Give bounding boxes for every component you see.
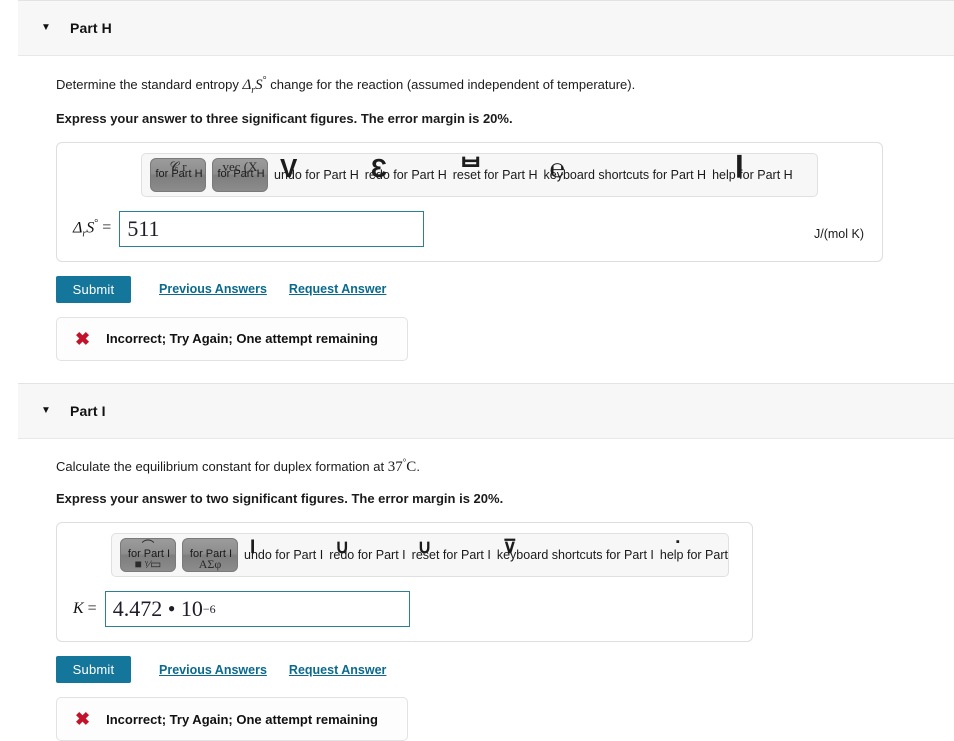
reset-label: reset for Part I bbox=[411, 548, 491, 563]
answer-units-h: J/(mol K) bbox=[814, 226, 864, 241]
part-body-h: Determine the standard entropy ΔrS° chan… bbox=[0, 56, 954, 361]
request-answer-link-i[interactable]: Request Answer bbox=[289, 663, 386, 677]
error-x-icon: ✖ bbox=[75, 709, 91, 730]
collapse-caret-icon[interactable]: ▼ bbox=[32, 23, 60, 33]
previous-answers-link-h[interactable]: Previous Answers bbox=[159, 282, 267, 296]
submit-button-i[interactable]: Submit bbox=[56, 656, 131, 684]
math-toolbar-i[interactable]: ⌒ for Part I ■ ᵞ⁄▭ for Part I ΑΣφ Ɩ undo… bbox=[111, 533, 729, 578]
redo-button-h[interactable]: Ɛ redo for Part H bbox=[364, 155, 447, 182]
request-answer-link-h[interactable]: Request Answer bbox=[289, 282, 386, 296]
help-icon: ▪ bbox=[675, 536, 680, 549]
feedback-message-h: Incorrect; Try Again; One attempt remain… bbox=[106, 331, 378, 347]
answer-input-h[interactable]: 511 bbox=[119, 210, 425, 247]
reset-button-h[interactable]: ᄇ reset for Part H bbox=[452, 155, 538, 182]
question-temperature: 37°C bbox=[387, 456, 417, 475]
undo-button-i[interactable]: Ɩ undo for Part I bbox=[244, 538, 324, 563]
template-button-alt-text: for Part H bbox=[155, 167, 203, 180]
reset-label: reset for Part H bbox=[452, 167, 538, 182]
question-math-symbol: ΔrS° bbox=[242, 75, 267, 96]
answer-input-value: 511 bbox=[127, 215, 160, 241]
answer-field-label-h: ΔrS° = bbox=[73, 218, 112, 240]
help-button-i[interactable]: ▪ help for Part I bbox=[659, 537, 729, 563]
answer-input-value: 4.472 • 10 bbox=[112, 596, 203, 622]
toolbar-template-button-1-i[interactable]: ⌒ for Part I ■ ᵞ⁄▭ bbox=[120, 538, 176, 573]
undo-button-h[interactable]: V undo for Part H bbox=[274, 155, 359, 182]
redo-button-i[interactable]: ∪ redo for Part I bbox=[329, 538, 406, 563]
keyboard-shortcuts-label: keyboard shortcuts for Part H bbox=[543, 167, 707, 182]
instruction-text-i: Express your answer to two significant f… bbox=[56, 491, 504, 507]
page-title: Part I bbox=[70, 402, 106, 419]
template-glyph-icon-lower: ΑΣφ bbox=[198, 556, 222, 571]
feedback-banner-i: ✖ Incorrect; Try Again; One attempt rema… bbox=[56, 697, 408, 741]
question-text-tail: change for the reaction (assumed indepen… bbox=[266, 77, 636, 92]
answer-input-i[interactable]: 4.472 • 10 −6 bbox=[104, 591, 410, 628]
redo-label: redo for Part I bbox=[329, 548, 406, 563]
instruction-text-h: Express your answer to three significant… bbox=[56, 111, 513, 126]
keyboard-shortcuts-label: keyboard shortcuts for Part I bbox=[496, 548, 654, 563]
answer-box-i: ⌒ for Part I ■ ᵞ⁄▭ for Part I ΑΣφ Ɩ undo… bbox=[56, 522, 753, 643]
keyboard-shortcuts-button-h[interactable]: ℮ keyboard shortcuts for Part H bbox=[543, 155, 707, 182]
template-button-alt-text: for Part H bbox=[217, 167, 265, 180]
help-button-h[interactable]: ❙ help for Part H bbox=[712, 154, 793, 182]
toolbar-template-button-1-h[interactable]: 𝒞 r for Part H bbox=[150, 157, 206, 192]
question-text-h: Determine the standard entropy ΔrS° chan… bbox=[56, 74, 934, 97]
previous-answers-link-i[interactable]: Previous Answers bbox=[159, 663, 267, 677]
feedback-banner-h: ✖ Incorrect; Try Again; One attempt rema… bbox=[56, 316, 408, 361]
collapse-caret-icon[interactable]: ▼ bbox=[32, 405, 60, 416]
submit-row-i: Submit Previous Answers Request Answer bbox=[56, 656, 934, 684]
reset-button-i[interactable]: ∪ reset for Part I bbox=[411, 538, 491, 563]
submit-button-h[interactable]: Submit bbox=[56, 275, 131, 303]
math-toolbar-h[interactable]: 𝒞 r for Part H vec (X for Part H V undo … bbox=[141, 152, 818, 197]
feedback-message-i: Incorrect; Try Again; One attempt remain… bbox=[106, 711, 378, 727]
redo-label: redo for Part H bbox=[364, 167, 447, 182]
page-title: Part H bbox=[70, 20, 112, 36]
submit-row-h: Submit Previous Answers Request Answer bbox=[56, 275, 934, 303]
part-header-h[interactable]: ▼ Part H bbox=[18, 0, 954, 56]
keyboard-shortcuts-button-i[interactable]: ⊽ keyboard shortcuts for Part I bbox=[496, 538, 654, 563]
help-label: help for Part H bbox=[712, 167, 793, 182]
part-section-i: ▼ Part I Calculate the equilibrium const… bbox=[0, 382, 954, 741]
part-header-i[interactable]: ▼ Part I bbox=[18, 382, 954, 439]
question-text-lead: Calculate the equilibrium constant for d… bbox=[56, 458, 388, 474]
question-text-i: Calculate the equilibrium constant for d… bbox=[56, 457, 934, 478]
template-glyph-icon-lower: ■ ᵞ⁄▭ bbox=[134, 556, 162, 571]
part-section-h: ▼ Part H Determine the standard entropy … bbox=[0, 0, 954, 361]
answer-field-label-i: K = bbox=[73, 600, 97, 618]
undo-label: undo for Part I bbox=[244, 548, 324, 563]
toolbar-template-button-2-h[interactable]: vec (X for Part H bbox=[212, 157, 268, 192]
help-label: help for Part I bbox=[659, 548, 729, 563]
answer-input-row-h: ΔrS° = 511 bbox=[69, 210, 870, 247]
question-text-lead: Determine the standard entropy bbox=[56, 77, 243, 92]
answer-input-row-i: K = 4.472 • 10 −6 bbox=[69, 591, 740, 628]
part-body-i: Calculate the equilibrium constant for d… bbox=[0, 439, 954, 741]
error-x-icon: ✖ bbox=[75, 328, 91, 349]
answer-box-h: 𝒞 r for Part H vec (X for Part H V undo … bbox=[56, 141, 883, 262]
answer-input-exponent: −6 bbox=[202, 601, 216, 616]
question-text-tail: . bbox=[416, 458, 420, 474]
undo-label: undo for Part H bbox=[274, 167, 359, 182]
toolbar-template-button-2-i[interactable]: for Part I ΑΣφ bbox=[182, 538, 238, 573]
